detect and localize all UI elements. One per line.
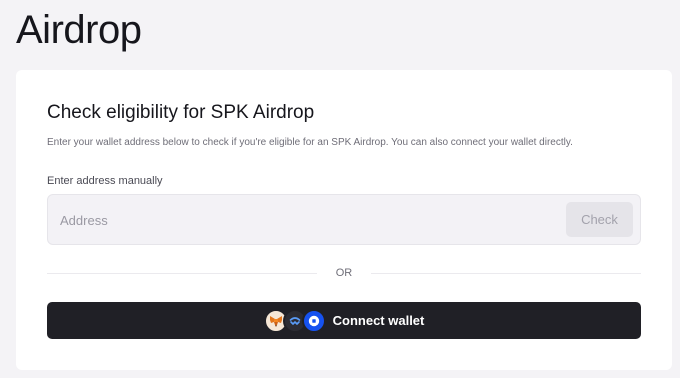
page-title: Airdrop	[16, 8, 142, 52]
connect-wallet-content: Connect wallet	[47, 302, 641, 339]
check-button[interactable]: Check	[566, 202, 633, 237]
wallet-icons-group	[263, 308, 326, 333]
address-input-group: Check	[47, 194, 641, 245]
connect-wallet-button[interactable]: Connect wallet	[47, 302, 641, 339]
card-description: Enter your wallet address below to check…	[47, 137, 573, 148]
card-title: Check eligibility for SPK Airdrop	[47, 102, 315, 123]
connect-wallet-label: Connect wallet	[332, 313, 425, 328]
airdrop-eligibility-card: Check eligibility for SPK Airdrop Enter …	[16, 70, 672, 370]
divider-line-right	[371, 273, 641, 274]
coinbase-wallet-icon	[301, 308, 326, 333]
address-input[interactable]	[60, 205, 550, 235]
or-divider: OR	[47, 266, 641, 280]
address-field-label: Enter address manually	[47, 175, 163, 187]
